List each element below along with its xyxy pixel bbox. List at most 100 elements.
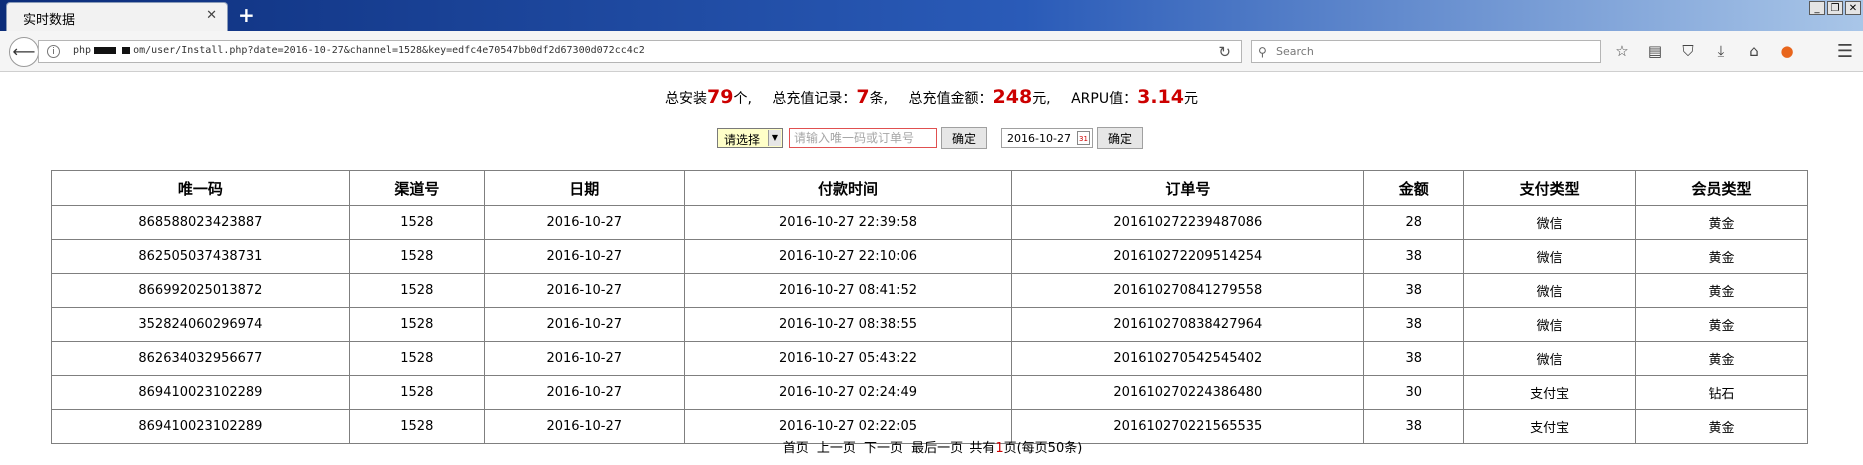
table-row: 352824060296974 1528 2016-10-27 2016-10-… <box>51 307 1808 342</box>
header-channel: 渠道号 <box>348 170 485 206</box>
reader-icon[interactable]: ▤ <box>1645 40 1665 62</box>
installs-unit: 个, <box>733 91 752 107</box>
search-bar[interactable]: ⚲ Search <box>1251 40 1601 63</box>
back-button[interactable]: ⟵ <box>9 37 39 67</box>
download-icon[interactable]: ⤓ <box>1711 40 1731 62</box>
header-pay-time: 付款时间 <box>683 170 1013 206</box>
window-titlebar: 实时数据 ✕ + _ ❐ ✕ <box>0 0 1863 31</box>
amount-label: 总充值金额： <box>908 91 993 107</box>
page-total: 共有1页(每页50条) <box>969 441 1082 456</box>
window-controls: _ ❐ ✕ <box>1809 1 1861 15</box>
cell-pay-type: 微信 <box>1463 273 1637 308</box>
url-prefix: php <box>73 45 92 56</box>
cell-pay-time: 2016-10-27 05:43:22 <box>683 341 1013 376</box>
search-placeholder: Search <box>1276 45 1314 58</box>
recharge-value: 7 <box>856 86 870 108</box>
page-total-prefix: 共有 <box>969 441 996 456</box>
reload-icon[interactable]: ↻ <box>1218 43 1231 61</box>
confirm-search-button[interactable]: 确定 <box>941 127 988 149</box>
toolbar-icons: ☆ ▤ ⛉ ⤓ ⌂ ● <box>1612 40 1797 62</box>
cell-channel: 1528 <box>348 307 485 342</box>
cell-amount: 38 <box>1363 273 1465 308</box>
cell-unique-code: 866992025013872 <box>51 273 350 308</box>
redaction-block <box>122 46 131 54</box>
new-tab-button[interactable]: + <box>238 3 255 27</box>
cell-channel: 1528 <box>348 341 485 376</box>
cell-date: 2016-10-27 <box>483 239 685 274</box>
page-total-count: 1 <box>995 441 1004 456</box>
cell-amount: 38 <box>1363 239 1465 274</box>
installs-label: 总安装 <box>665 91 708 107</box>
cell-date: 2016-10-27 <box>483 341 685 376</box>
confirm-date-button[interactable]: 确定 <box>1097 127 1144 149</box>
search-input[interactable] <box>789 128 937 148</box>
cell-order-no: 201610270542545402 <box>1011 341 1365 376</box>
header-unique-code: 唯一码 <box>51 170 350 206</box>
home-icon[interactable]: ⌂ <box>1744 40 1764 62</box>
cell-pay-type: 微信 <box>1463 205 1637 240</box>
cell-unique-code: 862505037438731 <box>51 239 350 274</box>
info-icon[interactable]: i <box>47 45 60 58</box>
table-header-row: 唯一码 渠道号 日期 付款时间 订单号 金额 支付类型 会员类型 <box>51 170 1808 206</box>
cell-unique-code: 352824060296974 <box>51 307 350 342</box>
type-select[interactable]: 请选择 ▼ <box>717 128 783 148</box>
firefox-icon[interactable]: ● <box>1777 40 1797 62</box>
orders-table: 唯一码 渠道号 日期 付款时间 订单号 金额 支付类型 会员类型 8685880… <box>51 170 1808 444</box>
amount-summary: 总充值金额：248元, <box>908 86 1056 108</box>
menu-icon[interactable]: ☰ <box>1837 41 1853 62</box>
table-row: 868588023423887 1528 2016-10-27 2016-10-… <box>51 205 1808 240</box>
last-page-link[interactable]: 最后一页 <box>911 441 963 456</box>
cell-date: 2016-10-27 <box>483 307 685 342</box>
calendar-icon[interactable]: 31 <box>1077 131 1091 145</box>
cell-unique-code: 862634032956677 <box>51 341 350 376</box>
cell-order-no: 201610270841279558 <box>1011 273 1365 308</box>
table-row: 862505037438731 1528 2016-10-27 2016-10-… <box>51 239 1808 274</box>
table-row: 869410023102289 1528 2016-10-27 2016-10-… <box>51 375 1808 410</box>
cell-order-no: 201610272239487086 <box>1011 205 1365 240</box>
amount-unit: 元, <box>1032 91 1051 107</box>
cell-unique-code: 868588023423887 <box>51 205 350 240</box>
cell-pay-type: 支付宝 <box>1463 375 1637 410</box>
cell-pay-time: 2016-10-27 08:38:55 <box>683 307 1013 342</box>
cell-pay-time: 2016-10-27 22:10:06 <box>683 239 1013 274</box>
header-order-no: 订单号 <box>1011 170 1365 206</box>
pagination: 首页 上一页 下一页 最后一页 共有1页(每页50条) <box>0 437 1863 456</box>
browser-tab[interactable]: 实时数据 ✕ <box>6 2 228 31</box>
arpu-summary: ARPU值：3.14元 <box>1071 86 1198 108</box>
close-window-button[interactable]: ✕ <box>1845 1 1861 15</box>
cell-channel: 1528 <box>348 375 485 410</box>
arrow-left-icon: ⟵ <box>12 42 36 61</box>
installs-value: 79 <box>707 86 734 108</box>
pocket-icon[interactable]: ⛉ <box>1678 40 1698 62</box>
cell-amount: 38 <box>1363 307 1465 342</box>
header-pay-type: 支付类型 <box>1463 170 1637 206</box>
prev-page-link[interactable]: 上一页 <box>817 441 856 456</box>
cell-order-no: 201610272209514254 <box>1011 239 1365 274</box>
next-page-link[interactable]: 下一页 <box>864 441 903 456</box>
url-bar[interactable]: i php om/user/Install.php?date=2016-10-27… <box>38 40 1242 63</box>
recharge-summary: 总充值记录：7条, <box>772 86 892 108</box>
restore-button[interactable]: ❐ <box>1827 1 1843 15</box>
recharge-unit: 条, <box>869 91 889 107</box>
minimize-button[interactable]: _ <box>1809 1 1825 15</box>
tab-title: 实时数据 <box>23 13 76 28</box>
cell-pay-time: 2016-10-27 08:41:52 <box>683 273 1013 308</box>
header-amount: 金额 <box>1363 170 1465 206</box>
cell-pay-time: 2016-10-27 22:39:58 <box>683 205 1013 240</box>
cell-date: 2016-10-27 <box>483 205 685 240</box>
type-select-value: 请选择 <box>724 133 761 147</box>
amount-value: 248 <box>992 86 1033 108</box>
table-row: 862634032956677 1528 2016-10-27 2016-10-… <box>51 341 1808 376</box>
cell-order-no: 201610270224386480 <box>1011 375 1365 410</box>
cell-date: 2016-10-27 <box>483 273 685 308</box>
cell-member-type: 黄金 <box>1635 341 1808 376</box>
date-field[interactable]: 2016-10-27 31 <box>1001 128 1094 148</box>
cell-member-type: 钻石 <box>1635 375 1808 410</box>
first-page-link[interactable]: 首页 <box>783 441 809 456</box>
close-tab-icon[interactable]: ✕ <box>206 8 217 23</box>
cell-date: 2016-10-27 <box>483 375 685 410</box>
dropdown-arrow-icon[interactable]: ▼ <box>768 130 781 146</box>
url-path: om/user/Install.php?date=2016-10-27&chan… <box>133 45 645 56</box>
cell-pay-type: 微信 <box>1463 307 1637 342</box>
star-icon[interactable]: ☆ <box>1612 40 1632 62</box>
